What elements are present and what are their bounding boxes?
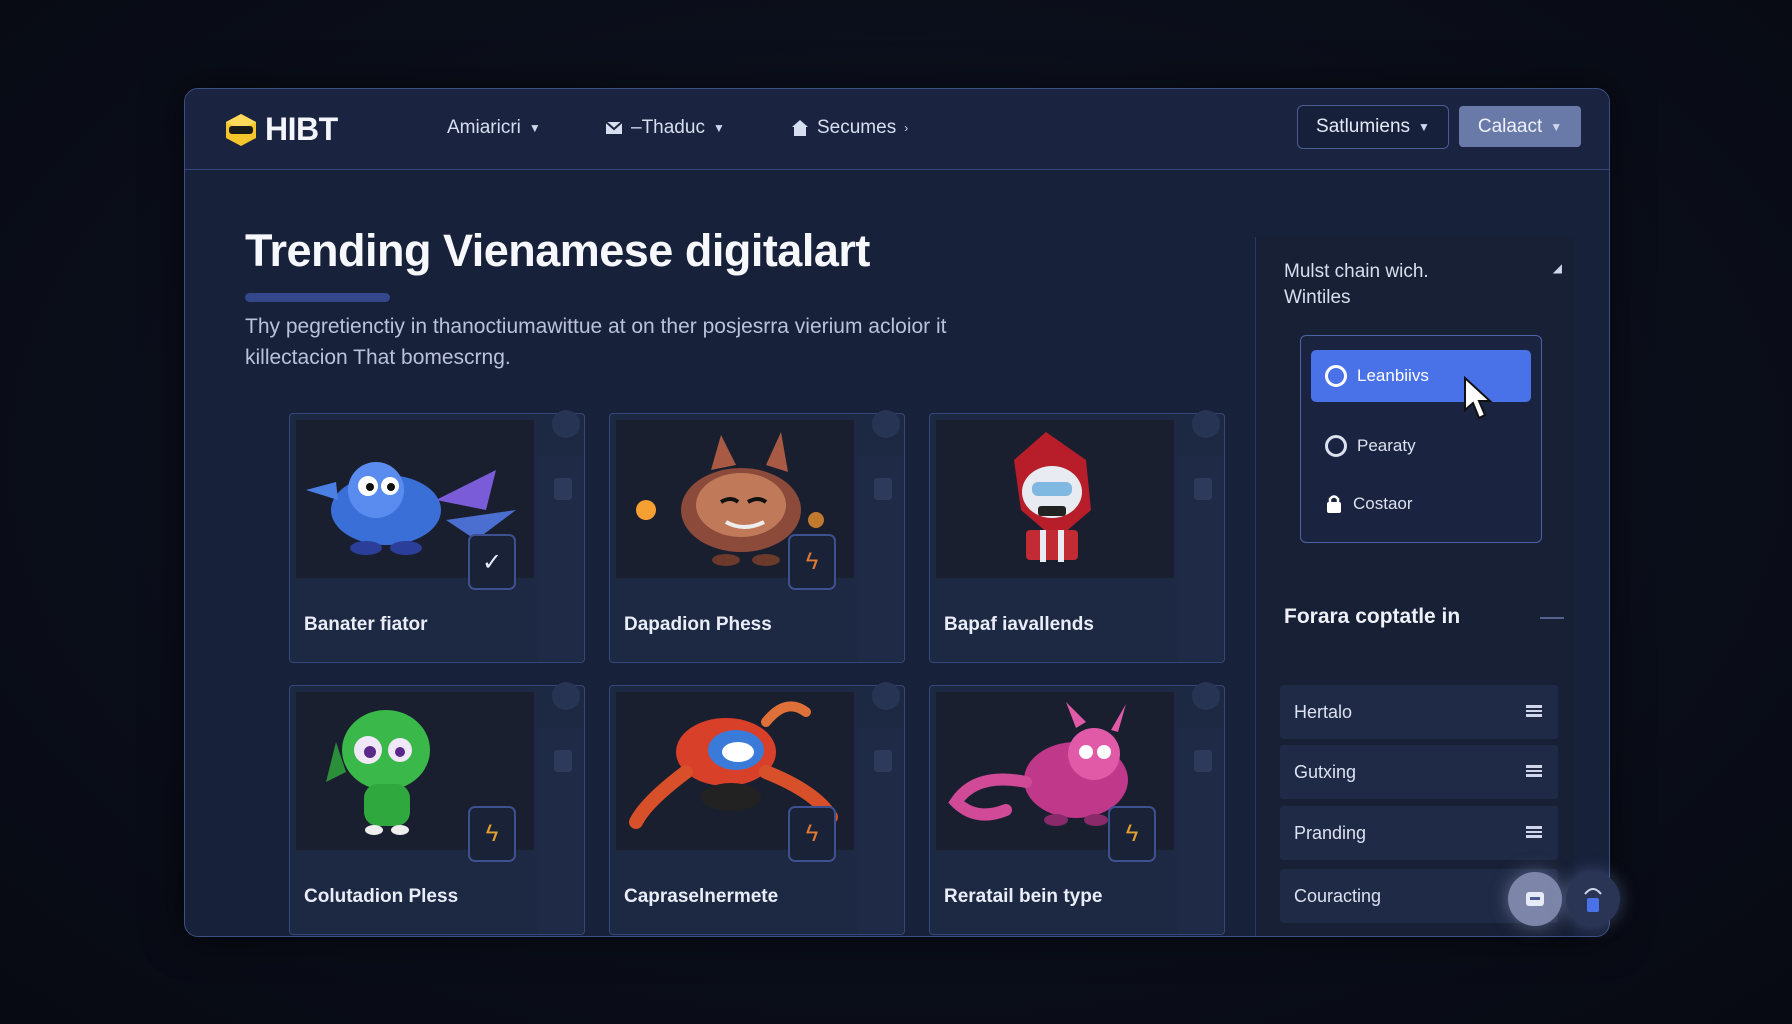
sidebar-heading: Mulst chain wich. Wintiles xyxy=(1284,259,1429,311)
nav-menu-amiaricri[interactable]: Amiaricri ▼ xyxy=(447,117,541,139)
filter-label: Couracting xyxy=(1294,885,1382,906)
circle-icon xyxy=(1325,365,1347,387)
chain-menu: Leanbiivs Pearaty Costaor xyxy=(1300,335,1542,543)
nav-label: Secumes xyxy=(817,117,897,138)
title-underline xyxy=(245,293,390,302)
menu-label: Leanbiivs xyxy=(1357,366,1429,385)
menu-item-leanbiivs[interactable]: Leanbiivs xyxy=(1311,350,1531,402)
nav-menu-thaduc[interactable]: –Thaduc ▼ xyxy=(605,117,725,139)
card-title: Banater fiator xyxy=(304,614,428,635)
nft-card[interactable]: ϟ Colutadion Pless xyxy=(289,682,585,935)
right-sidebar: Mulst chain wich. Wintiles ◢ Leanbiivs P… xyxy=(1255,237,1574,936)
nft-card[interactable]: ϟ Dapadion Phess xyxy=(609,410,905,663)
heading-line: Wintiles xyxy=(1284,287,1351,308)
chevron-down-icon: ▼ xyxy=(528,121,541,135)
card-title: Bapaf iavallends xyxy=(944,614,1094,635)
favorite-icon[interactable] xyxy=(552,410,580,438)
support-button[interactable] xyxy=(1566,872,1620,926)
card-title: Reratail bein type xyxy=(944,886,1103,907)
expand-icon[interactable]: ◢ xyxy=(1553,261,1562,275)
bookmark-icon[interactable] xyxy=(1194,750,1212,772)
favorite-icon[interactable] xyxy=(872,410,900,438)
nav-menu-secumes[interactable]: Secumes › xyxy=(791,117,908,139)
button-label: Calaact xyxy=(1477,115,1543,137)
filter-item[interactable]: Gutxing xyxy=(1280,745,1558,799)
nft-card[interactable]: Bapaf iavallends xyxy=(929,410,1225,663)
page-title: Trending Vienamese digitalart xyxy=(245,225,870,276)
filter-label: Pranding xyxy=(1294,822,1367,843)
logo[interactable]: HIBT xyxy=(223,111,338,148)
nft-card[interactable]: ϟ Reratail bein type xyxy=(929,682,1225,935)
bookmark-icon[interactable] xyxy=(554,750,572,772)
menu-item-costaor[interactable]: Costaor xyxy=(1311,478,1531,530)
flame-badge-icon: ϟ xyxy=(788,806,836,862)
sort-icon xyxy=(1526,765,1542,777)
nft-card[interactable]: ✓ Banater fiator xyxy=(289,410,585,663)
favorite-icon[interactable] xyxy=(1192,682,1220,710)
heading-line: Mulst chain wich. xyxy=(1284,261,1429,282)
menu-label: Pearaty xyxy=(1357,436,1416,455)
card-title: Capraselnermete xyxy=(624,886,779,907)
nav-label: –Thaduc xyxy=(631,117,705,138)
home-icon xyxy=(792,120,808,136)
red-robot-icon xyxy=(1014,432,1091,562)
description-line: killectacion That bomescrng. xyxy=(245,346,511,369)
app-window: HIBT Amiaricri ▼ –Thaduc ▼ Secumes › Sat… xyxy=(184,88,1610,937)
card-title: Colutadion Pless xyxy=(304,886,459,907)
nav-label: Amiaricri xyxy=(447,117,521,138)
favorite-icon[interactable] xyxy=(552,682,580,710)
bookmark-icon[interactable] xyxy=(1194,478,1212,500)
description-line: Thy pegretienctiy in thanoctiumawittue a… xyxy=(245,315,947,338)
bookmark-icon[interactable] xyxy=(874,478,892,500)
flame-badge-icon: ϟ xyxy=(788,534,836,590)
sort-icon xyxy=(1526,826,1542,838)
nft-card[interactable]: ϟ Capraselnermete xyxy=(609,682,905,935)
robot-icon xyxy=(1526,892,1544,906)
logo-icon xyxy=(226,113,256,146)
button-label: Satlumiens xyxy=(1316,116,1411,137)
collapse-icon[interactable] xyxy=(1540,617,1564,619)
menu-item-pearaty[interactable]: Pearaty xyxy=(1311,420,1531,472)
settings-icon xyxy=(1325,435,1347,457)
flame-badge-icon: ϟ xyxy=(1108,806,1156,862)
chat-bot-button[interactable] xyxy=(1508,872,1562,926)
lock-icon xyxy=(1327,495,1341,513)
page-description: Thy pegretienctiy in thanoctiumawittue a… xyxy=(245,311,1105,373)
chevron-down-icon: ▼ xyxy=(1418,120,1430,134)
filter-label: Hertalo xyxy=(1294,701,1353,722)
top-navigation-bar: HIBT Amiaricri ▼ –Thaduc ▼ Secumes › Sat… xyxy=(185,89,1609,170)
signal-icon xyxy=(1584,888,1602,912)
filter-item[interactable]: Hertalo xyxy=(1280,685,1558,739)
filter-item[interactable]: Pranding xyxy=(1280,806,1558,860)
favorite-icon[interactable] xyxy=(1192,410,1220,438)
bookmark-icon[interactable] xyxy=(874,750,892,772)
card-art xyxy=(936,420,1174,578)
menu-label: Costaor xyxy=(1353,494,1413,513)
chevron-right-icon: › xyxy=(904,121,909,135)
check-badge-icon: ✓ xyxy=(468,534,516,590)
chevron-down-icon: ▼ xyxy=(1550,119,1563,134)
sort-icon xyxy=(1526,705,1542,717)
filter-label: Gutxing xyxy=(1294,761,1357,782)
satlumiens-dropdown-button[interactable]: Satlumiens ▼ xyxy=(1297,105,1449,149)
section-title: Forara coptatle in xyxy=(1284,605,1461,628)
calaact-dropdown-button[interactable]: Calaact ▼ xyxy=(1459,106,1581,147)
favorite-icon[interactable] xyxy=(872,682,900,710)
bookmark-icon[interactable] xyxy=(554,478,572,500)
flame-badge-icon: ϟ xyxy=(468,806,516,862)
chevron-down-icon: ▼ xyxy=(712,121,725,135)
card-title: Dapadion Phess xyxy=(624,614,772,635)
mail-icon xyxy=(605,121,623,134)
logo-text: HIBT xyxy=(265,111,338,147)
mouse-cursor-icon xyxy=(1464,376,1493,420)
